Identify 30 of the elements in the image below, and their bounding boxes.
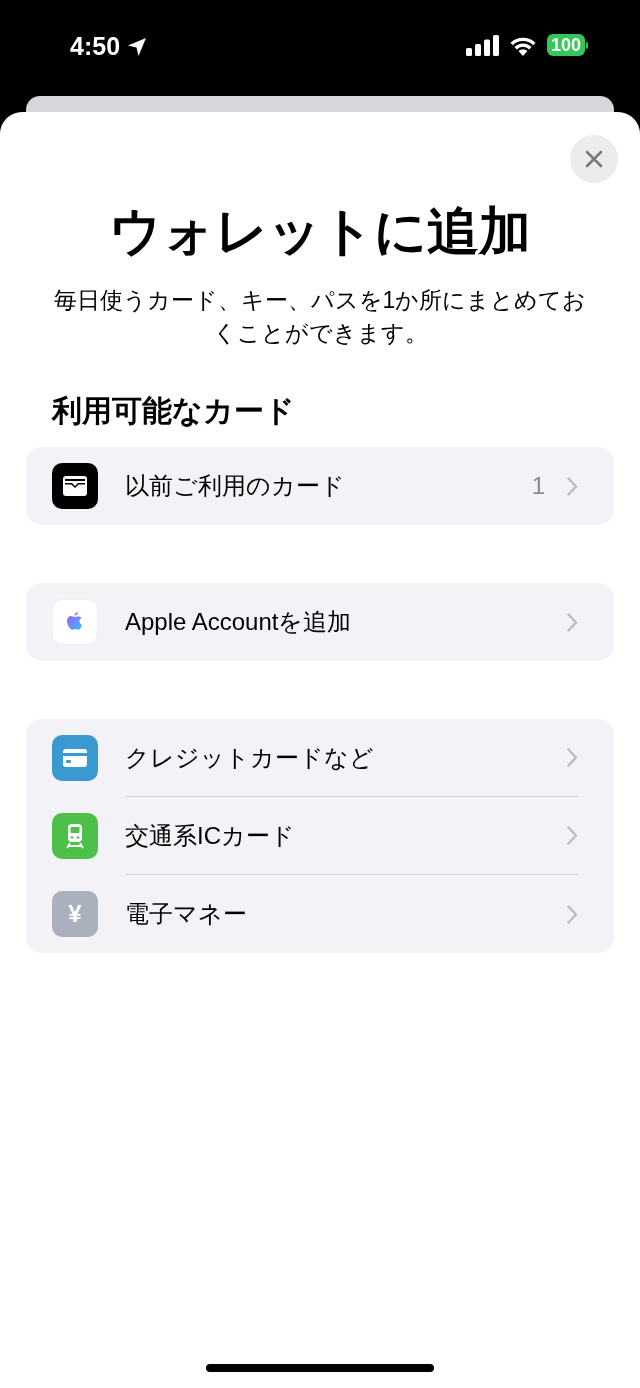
list-row[interactable]: 以前ご利用のカード 1: [26, 447, 614, 525]
battery-indicator: 100: [546, 34, 585, 56]
page-title: ウォレットに追加: [108, 201, 532, 262]
row-label: クレジットカードなど: [125, 742, 375, 773]
location-arrow-icon: [126, 35, 149, 58]
close-button[interactable]: [570, 135, 618, 183]
list-row[interactable]: クレジットカードなど: [26, 719, 614, 797]
train-icon: [65, 823, 85, 849]
row-label: 電子マネー: [125, 899, 248, 929]
chevron-icon: [567, 904, 578, 924]
list-row[interactable]: 交通系ICカード: [26, 797, 614, 875]
apple-logo-icon: [66, 611, 84, 633]
row-label: Apple Accountを追加: [125, 607, 353, 637]
close-icon: [585, 150, 603, 168]
list-row[interactable]: Apple Accountを追加: [26, 583, 614, 661]
page-description: 毎日使うカード、キー、パスを1か所にまとめておくことができます。: [52, 286, 588, 348]
chevron-icon: [567, 826, 578, 845]
signal-icon: [465, 34, 499, 56]
row-count: 1: [531, 471, 545, 501]
wallet-icon: [62, 475, 88, 497]
status-time: 4:50: [70, 34, 121, 59]
chevron-icon: [567, 748, 578, 767]
list-row[interactable]: ¥ 電子マネー: [26, 875, 614, 953]
row-label: 以前ご利用のカード: [125, 471, 346, 501]
row-label: 交通系ICカード: [125, 820, 296, 851]
section-heading: 利用可能なカード: [50, 393, 296, 429]
credit-card-icon: [63, 749, 87, 767]
chevron-icon: [567, 476, 578, 496]
chevron-icon: [567, 612, 578, 632]
yen-icon: ¥: [68, 902, 82, 926]
